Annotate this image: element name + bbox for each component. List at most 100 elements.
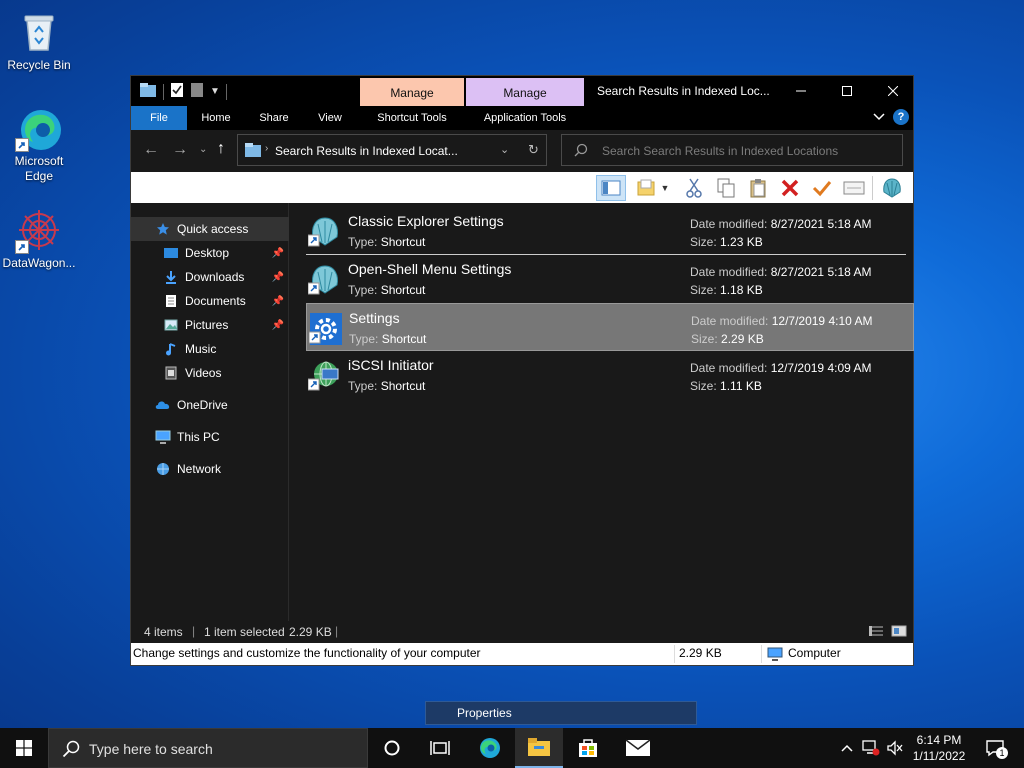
this-pc-icon [155, 429, 171, 445]
desktop-icon-datawagon[interactable]: DataWagon... [1, 206, 77, 271]
folder-options-icon[interactable] [636, 177, 658, 199]
volume-muted-icon [887, 740, 903, 756]
tab-manage-application[interactable]: Manage [466, 78, 584, 106]
desktop-icon-edge[interactable]: Microsoft Edge [1, 104, 77, 184]
pictures-icon [163, 317, 179, 333]
breadcrumb-chevron-icon[interactable]: › [265, 143, 268, 154]
refresh-icon[interactable]: ↻ [528, 142, 539, 158]
properties-icon[interactable] [843, 177, 865, 199]
list-item[interactable]: Classic Explorer Settings Type: Shortcut… [306, 207, 914, 255]
maximize-button[interactable] [824, 76, 870, 106]
navigation-pane-icon[interactable] [596, 175, 626, 201]
tab-shortcut-tools[interactable]: Shortcut Tools [360, 106, 464, 130]
pin-icon[interactable]: 📌 [272, 272, 284, 283]
sidebar-item-desktop[interactable]: Desktop 📌 [131, 241, 289, 265]
copy-icon[interactable] [715, 177, 737, 199]
tab-home[interactable]: Home [191, 106, 241, 130]
properties-check-icon[interactable] [170, 82, 184, 101]
title-bar[interactable]: ▼ Manage Manage Search Results in Indexe… [131, 76, 913, 106]
desktop-icon-recycle-bin[interactable]: Recycle Bin [1, 8, 77, 73]
edge-icon [480, 738, 500, 758]
taskbar-mail[interactable] [614, 728, 662, 768]
volume-tray-button[interactable] [884, 728, 906, 768]
network-icon [155, 461, 171, 477]
show-hidden-icons-button[interactable] [836, 728, 858, 768]
select-checkmark-icon[interactable] [811, 177, 833, 199]
pin-icon[interactable]: 📌 [272, 248, 284, 259]
tab-view[interactable]: View [307, 106, 353, 130]
expand-ribbon-icon[interactable] [873, 110, 885, 124]
details-size: 2.29 KB [679, 646, 722, 660]
details-separator [674, 645, 675, 663]
cut-icon[interactable] [683, 177, 705, 199]
music-icon [163, 341, 179, 357]
folder-options-dropdown-icon[interactable]: ▼ [659, 177, 671, 199]
explorer-app-icon[interactable] [139, 82, 157, 101]
file-date: Date modified: 12/7/2019 4:09 AM [690, 361, 872, 375]
explorer-window: ▼ Manage Manage Search Results in Indexe… [130, 75, 914, 666]
sidebar-item-quick-access[interactable]: Quick access [131, 217, 289, 241]
new-folder-icon[interactable] [190, 82, 204, 101]
address-bar[interactable]: › Search Results in Indexed Locat... ⌄ ↻ [237, 134, 547, 166]
file-size: Size: 1.18 KB [690, 283, 763, 297]
back-arrow-icon[interactable]: ← [143, 141, 159, 159]
sidebar-item-network[interactable]: Network [131, 457, 289, 481]
cortana-button[interactable] [368, 728, 416, 768]
open-shell-icon[interactable] [881, 177, 903, 199]
sidebar-item-onedrive[interactable]: OneDrive [131, 393, 289, 417]
open-shell-icon [307, 215, 342, 249]
search-box[interactable]: Search Search Results in Indexed Locatio… [561, 134, 903, 166]
up-arrow-icon[interactable]: ↑ [217, 140, 225, 158]
taskbar-search-placeholder: Type here to search [89, 741, 213, 757]
sidebar-item-this-pc[interactable]: This PC [131, 425, 289, 449]
list-item[interactable]: Settings Type: Shortcut Date modified: 1… [306, 303, 914, 351]
task-view-icon [430, 741, 450, 755]
details-view-icon[interactable] [868, 625, 884, 640]
tab-application-tools[interactable]: Application Tools [466, 106, 584, 130]
pin-icon[interactable]: 📌 [272, 296, 284, 307]
forward-arrow-icon[interactable]: → [172, 141, 188, 159]
paste-icon[interactable] [747, 177, 769, 199]
tab-manage-shortcut[interactable]: Manage [360, 78, 464, 106]
delete-icon[interactable] [779, 177, 801, 199]
pin-icon[interactable]: 📌 [272, 320, 284, 331]
sidebar-item-label: Pictures [185, 318, 229, 332]
address-dropdown-icon[interactable]: ⌄ [500, 143, 509, 156]
list-item[interactable]: Open-Shell Menu Settings Type: Shortcut … [306, 255, 914, 303]
help-icon[interactable]: ? [893, 109, 909, 125]
file-name: Settings [349, 310, 400, 326]
tab-file[interactable]: File [131, 106, 187, 130]
file-size: Size: 1.11 KB [690, 379, 762, 393]
large-icons-view-icon[interactable] [891, 625, 907, 640]
onedrive-icon [155, 397, 171, 413]
sidebar-item-downloads[interactable]: Downloads 📌 [131, 265, 289, 289]
taskbar-clock[interactable]: 6:14 PM 1/11/2022 [906, 732, 972, 764]
network-tray-button[interactable] [860, 728, 882, 768]
taskbar-file-explorer[interactable] [515, 728, 563, 768]
task-view-button[interactable] [416, 728, 464, 768]
minimize-button[interactable] [778, 76, 824, 106]
action-center-button[interactable]: 1 [980, 728, 1010, 768]
settings-gear-icon [308, 312, 343, 346]
videos-icon [163, 365, 179, 381]
sidebar-item-pictures[interactable]: Pictures 📌 [131, 313, 289, 337]
sidebar-item-videos[interactable]: Videos [131, 361, 289, 385]
start-button[interactable] [0, 728, 48, 768]
tab-share[interactable]: Share [249, 106, 299, 130]
sidebar-item-documents[interactable]: Documents 📌 [131, 289, 289, 313]
search-placeholder: Search Search Results in Indexed Locatio… [602, 144, 839, 158]
recent-locations-chevron-icon[interactable]: ⌄ [199, 144, 207, 155]
file-date: Date modified: 8/27/2021 5:18 AM [690, 217, 872, 231]
sidebar-item-music[interactable]: Music [131, 337, 289, 361]
sidebar-item-label: Documents [185, 294, 246, 308]
customize-qat-icon[interactable]: ▼ [210, 86, 220, 97]
classic-toolbar: ▼ [131, 172, 913, 203]
shortcut-arrow-icon [15, 240, 29, 254]
ribbon-tabs: File Home Share View Shortcut Tools Appl… [131, 106, 913, 130]
taskbar-store[interactable] [564, 728, 612, 768]
list-item[interactable]: iSCSI Initiator Type: Shortcut Date modi… [306, 351, 914, 399]
taskbar-edge[interactable] [466, 728, 514, 768]
taskbar-search-box[interactable]: Type here to search [48, 728, 368, 768]
minimize-icon [796, 90, 806, 92]
close-button[interactable] [870, 76, 916, 106]
